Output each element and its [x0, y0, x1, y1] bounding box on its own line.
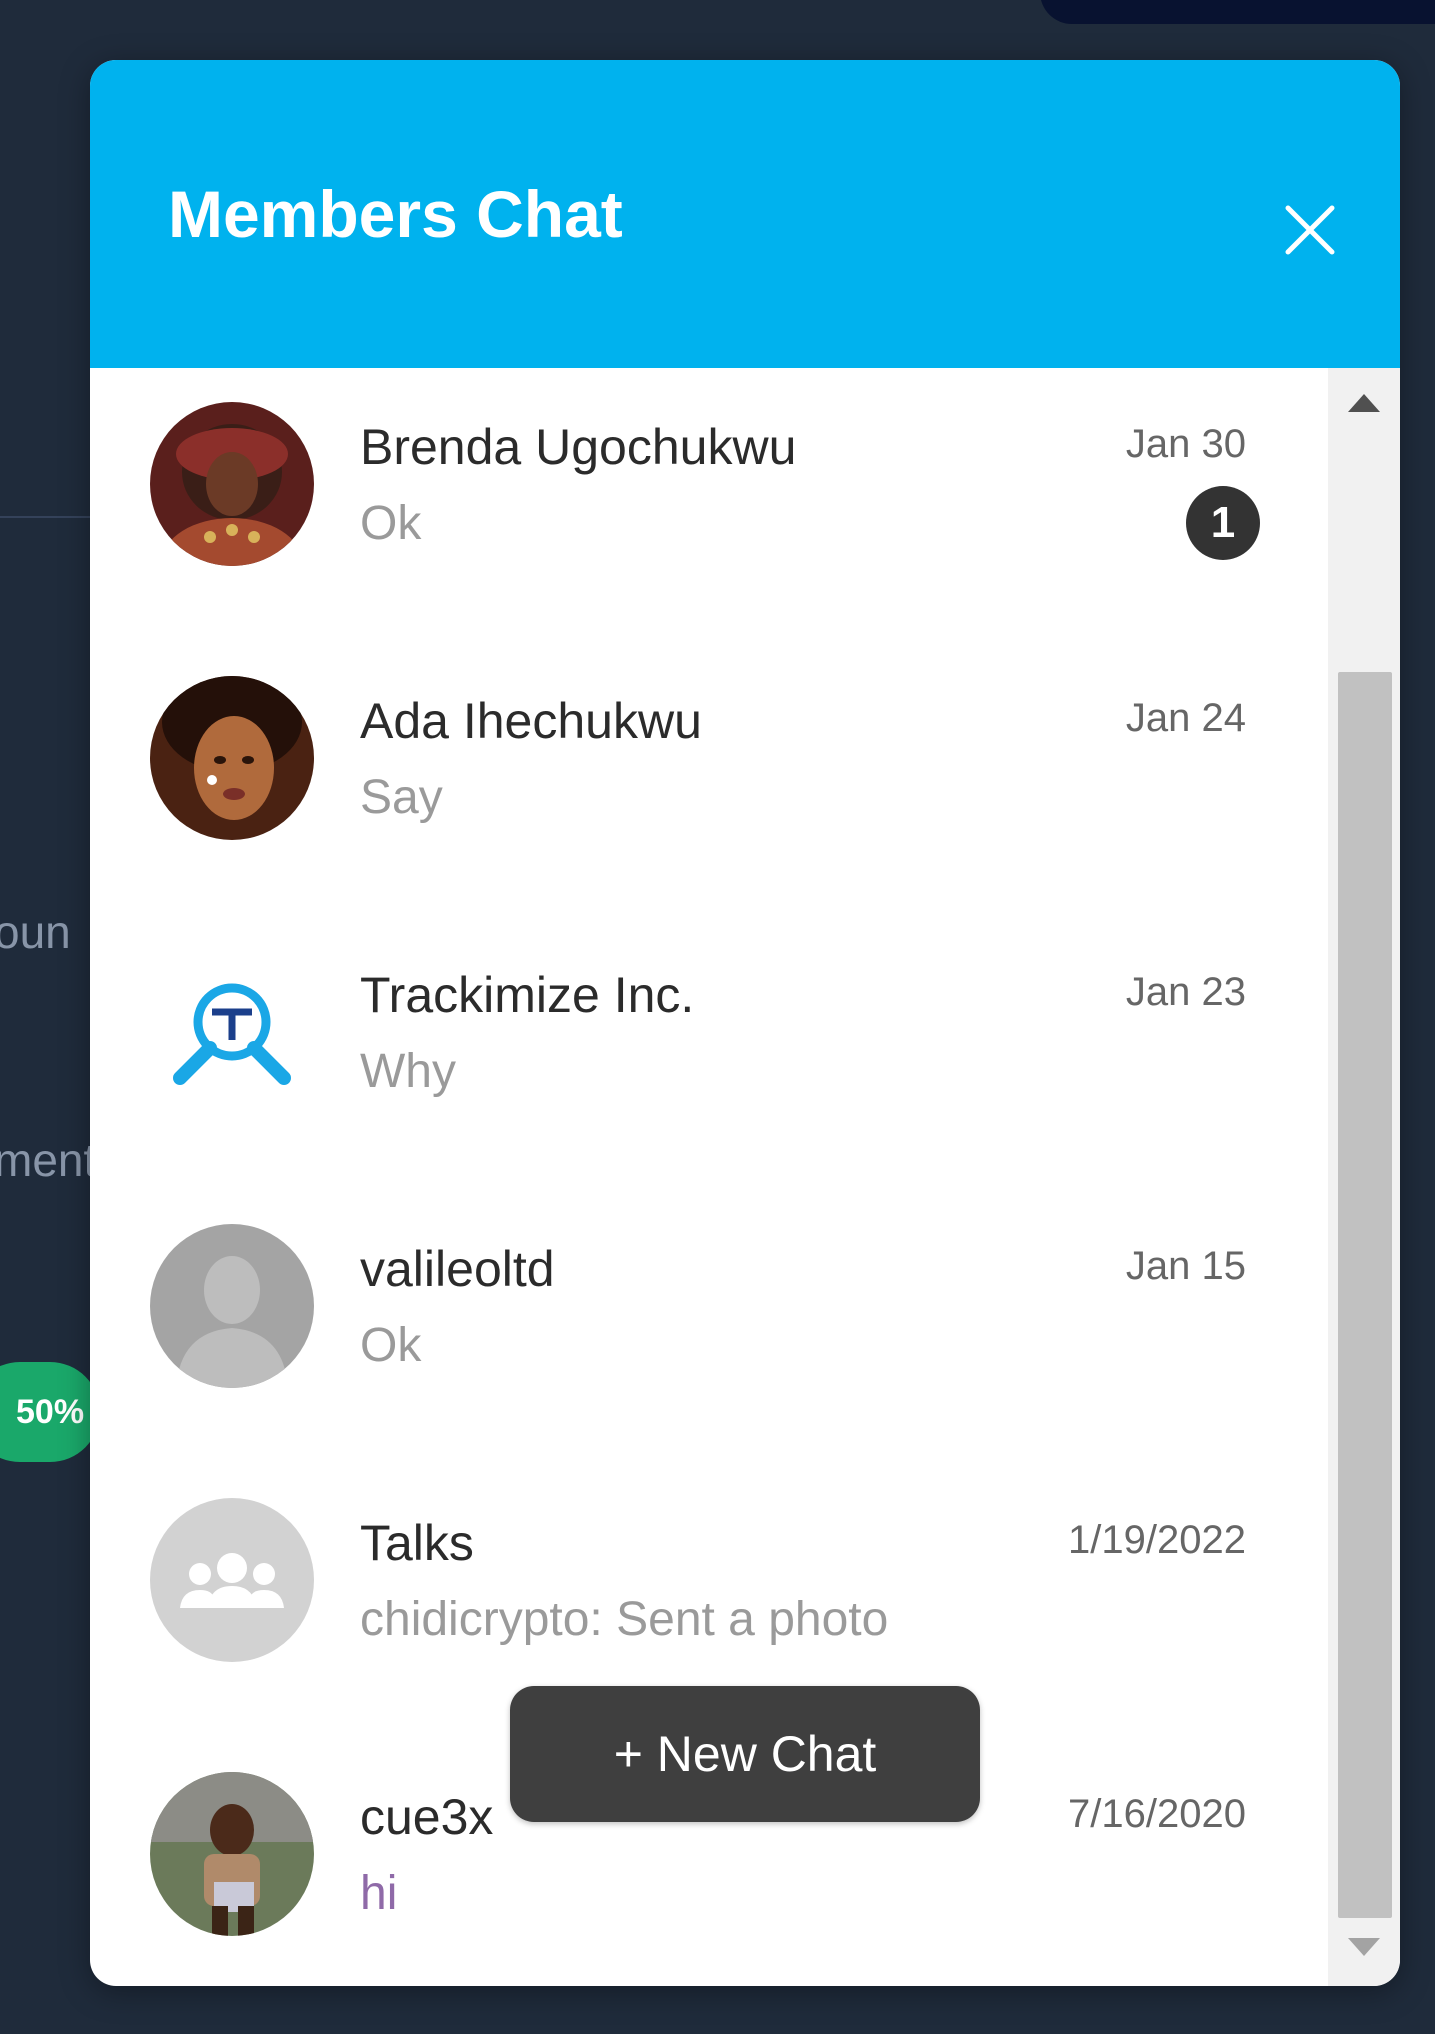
conversation-name: Trackimize Inc. — [360, 967, 695, 1023]
conversation-preview: chidicrypto: Sent a photo — [360, 1593, 889, 1646]
unread-badge: 1 — [1186, 486, 1260, 560]
trackimize-logo-icon — [173, 983, 291, 1085]
avatar — [150, 950, 314, 1114]
conversation-item-ada-ihechukwu[interactable]: Ada Ihechukwu Say Jan 24 — [90, 642, 1328, 916]
background-top-bar — [1040, 0, 1435, 24]
background-text-fragment: ment — [0, 1134, 97, 1186]
conversation-name: Brenda Ugochukwu — [360, 419, 797, 475]
conversation-preview: Ok — [360, 1319, 422, 1372]
conversation-date: 1/19/2022 — [1068, 1518, 1246, 1562]
chat-title: Members Chat — [168, 177, 623, 251]
background-divider — [0, 516, 100, 518]
members-chat-panel: Members Chat Brenda Ugochukwu Ok Jan 30 … — [90, 60, 1400, 1986]
conversation-preview: Why — [360, 1045, 456, 1098]
conversation-name: Talks — [360, 1515, 474, 1571]
conversation-preview: Ok — [360, 497, 422, 550]
avatar — [150, 676, 314, 840]
scrollbar[interactable] — [1328, 368, 1400, 1986]
default-user-icon — [150, 1224, 314, 1388]
conversation-item-brenda-ugochukwu[interactable]: Brenda Ugochukwu Ok Jan 30 1 — [90, 368, 1328, 642]
group-icon — [150, 1498, 314, 1662]
conversation-item-valileoltd[interactable]: valileoltd Ok Jan 15 — [90, 1190, 1328, 1464]
conversation-name: cue3x — [360, 1789, 494, 1845]
background-text-fragment: oun — [0, 906, 71, 958]
conversation-date: Jan 23 — [1125, 970, 1246, 1014]
conversation-name: valileoltd — [360, 1241, 555, 1297]
chat-header: Members Chat — [90, 60, 1400, 368]
conversation-preview: hi — [360, 1867, 398, 1920]
conversation-date: Jan 30 — [1125, 422, 1246, 466]
conversation-date: Jan 24 — [1125, 696, 1246, 740]
new-chat-button[interactable]: + New Chat — [510, 1686, 980, 1822]
conversation-date: 7/16/2020 — [1068, 1792, 1246, 1836]
conversation-item-trackimize-inc[interactable]: Trackimize Inc. Why Jan 23 — [90, 916, 1328, 1190]
close-button[interactable] — [1260, 180, 1360, 280]
conversation-date: Jan 15 — [1125, 1244, 1246, 1288]
conversation-preview: Say — [360, 771, 443, 824]
scroll-down-arrow-icon[interactable] — [1348, 1938, 1380, 1956]
scroll-up-arrow-icon[interactable] — [1348, 394, 1380, 412]
avatar — [150, 1224, 314, 1388]
scrollbar-thumb[interactable] — [1338, 672, 1392, 1918]
background-progress-pill: 50% — [0, 1362, 100, 1462]
avatar — [150, 1498, 314, 1662]
avatar — [150, 1772, 314, 1936]
close-icon — [1285, 205, 1335, 255]
conversation-name: Ada Ihechukwu — [360, 693, 702, 749]
avatar — [150, 402, 314, 566]
